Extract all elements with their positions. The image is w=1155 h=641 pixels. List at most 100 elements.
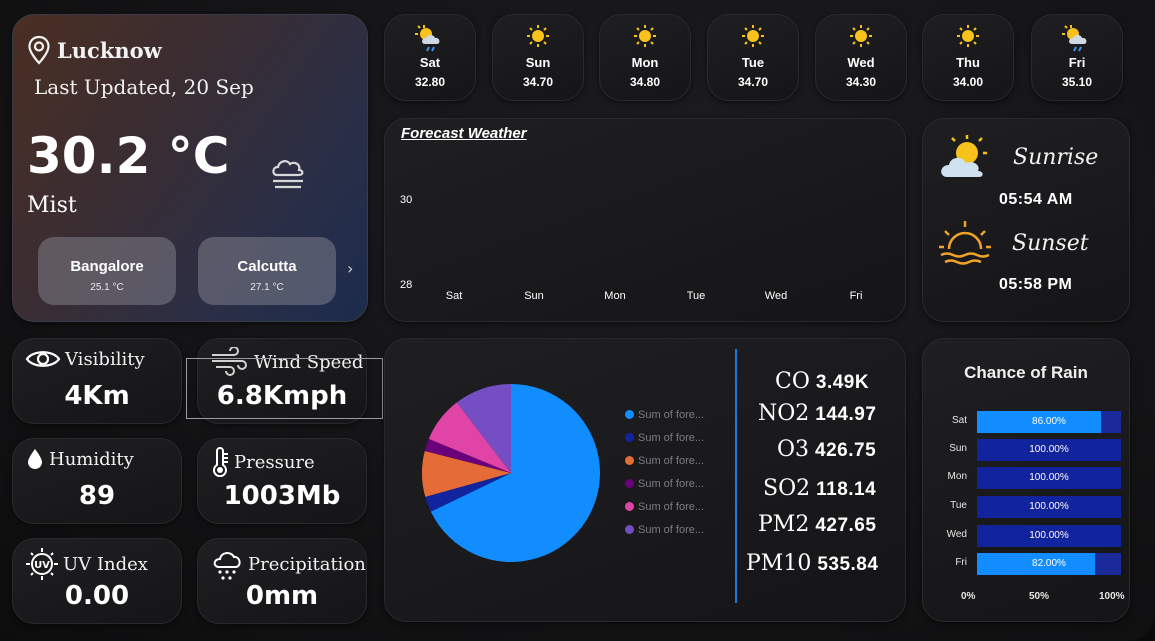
day-card-tue[interactable]: Tue 34.70 xyxy=(707,14,799,101)
day-card-wed[interactable]: Wed 34.30 xyxy=(815,14,907,101)
day-temp: 34.00 xyxy=(952,75,984,89)
sun-icon xyxy=(850,25,872,47)
city-name: Calcutta xyxy=(237,258,297,275)
rain-bar-row[interactable]: Fri 82.00% xyxy=(933,553,1123,575)
pollutant-pie-chart xyxy=(422,384,600,562)
sunset-icon xyxy=(939,221,991,265)
pollutant-co: CO 3.49K xyxy=(775,369,869,394)
legend-label: Sum of fore... xyxy=(638,500,705,513)
metric-label: Precipitation xyxy=(248,553,366,575)
legend-item[interactable]: Sum of fore... xyxy=(625,472,704,495)
city-temp: 25.1 °C xyxy=(90,282,124,293)
dashboard-frame: Lucknow Last Updated, 20 Sep 30.2 °C Mis… xyxy=(0,0,1155,641)
last-updated: Last Updated, 20 Sep xyxy=(34,75,254,99)
air-quality-card: Sum of fore... Sum of fore... Sum of for… xyxy=(384,338,906,622)
day-card-thu[interactable]: Thu 34.00 xyxy=(922,14,1014,101)
rain-bar-track: 86.00% xyxy=(977,411,1121,433)
day-card-sat[interactable]: Sat 32.80 xyxy=(384,14,476,101)
day-name: Sat xyxy=(419,55,441,70)
day-name: Sun xyxy=(525,55,551,70)
legend-label: Sum of fore... xyxy=(638,477,705,490)
forecast-y-tick: 28 xyxy=(400,279,412,291)
metric-label: Humidity xyxy=(49,448,134,470)
rain-bar-category: Fri xyxy=(955,557,967,568)
visibility-card: Visibility 4Km xyxy=(12,338,182,424)
forecast-x-tick: Fri xyxy=(850,290,863,302)
forecast-x-tick: Sun xyxy=(524,290,544,302)
day-card-mon[interactable]: Mon 34.80 xyxy=(599,14,691,101)
pollutant-name: NO2 xyxy=(758,401,810,426)
legend-item[interactable]: Sum of fore... xyxy=(625,426,704,449)
rain-bar-row[interactable]: Tue 100.00% xyxy=(933,496,1123,518)
next-cities-arrow[interactable]: › xyxy=(347,259,353,278)
rain-bar-category: Tue xyxy=(950,500,967,511)
forecast-y-tick: 30 xyxy=(400,194,412,206)
pollutant-name: CO xyxy=(775,369,810,394)
legend-swatch xyxy=(625,502,634,511)
uv-index-card: UV UV Index 0.00 xyxy=(12,538,182,624)
pie-legend: Sum of fore... Sum of fore... Sum of for… xyxy=(625,403,704,541)
divider xyxy=(735,349,737,603)
pollutant-no2: NO2 144.97 xyxy=(758,401,876,426)
city-card-calcutta[interactable]: Calcutta 27.1 °C xyxy=(198,237,336,305)
location-name: Lucknow xyxy=(57,37,162,63)
eye-icon xyxy=(25,351,61,367)
rain-bar-track: 100.00% xyxy=(977,496,1121,518)
forecast-chart-card: Forecast Weather 32.80Sat34.70Sun34.80Mo… xyxy=(384,118,906,322)
rain-bar-value: 100.00% xyxy=(1029,444,1069,455)
sun-times-card: Sunrise 05:54 AM Sunset 05:58 PM xyxy=(922,118,1130,322)
rain-bar-value: 86.00% xyxy=(1032,416,1066,427)
legend-item[interactable]: Sum of fore... xyxy=(625,403,704,426)
pollutant-pm10: PM10 535.84 xyxy=(746,551,878,576)
day-temp: 34.30 xyxy=(845,75,877,89)
pollutant-value: 118.14 xyxy=(816,479,877,500)
legend-item[interactable]: Sum of fore... xyxy=(625,518,704,541)
rain-sun-icon xyxy=(415,25,440,52)
mist-icon xyxy=(272,160,304,189)
sun-icon xyxy=(957,25,979,47)
pollutant-value: 535.84 xyxy=(817,554,879,575)
rain-bar-row[interactable]: Mon 100.00% xyxy=(933,467,1123,489)
location-pin-icon xyxy=(28,35,50,65)
forecast-line-chart: 32.80Sat34.70Sun34.80Mon34.70Tue34.30Wed… xyxy=(400,194,863,302)
rain-bar-value: 100.00% xyxy=(1029,501,1069,512)
pressure-card: Pressure 1003Mb xyxy=(197,438,367,524)
metric-label: Pressure xyxy=(234,451,315,473)
city-card-bangalore[interactable]: Bangalore 25.1 °C xyxy=(38,237,176,305)
sun-icon xyxy=(634,25,656,47)
legend-swatch xyxy=(625,456,634,465)
current-weather-card: Lucknow Last Updated, 20 Sep 30.2 °C Mis… xyxy=(12,14,368,322)
day-card-fri[interactable]: Fri 35.10 xyxy=(1031,14,1123,101)
legend-swatch xyxy=(625,479,634,488)
sunrise-time: 05:54 AM xyxy=(999,191,1073,208)
metric-label: UV Index xyxy=(63,553,148,575)
rain-bar-row[interactable]: Sat 86.00% xyxy=(933,411,1123,433)
day-name: Thu xyxy=(956,55,980,70)
day-temp: 35.10 xyxy=(1061,75,1093,89)
metric-value: 89 xyxy=(78,481,116,511)
rain-bar-value: 100.00% xyxy=(1029,530,1069,541)
legend-item[interactable]: Sum of fore... xyxy=(625,495,704,518)
forecast-x-tick: Wed xyxy=(765,290,787,302)
day-card-sun[interactable]: Sun 34.70 xyxy=(492,14,584,101)
metric-value: 4Km xyxy=(64,381,130,411)
rain-bar-row[interactable]: Sun 100.00% xyxy=(933,439,1123,461)
legend-label: Sum of fore... xyxy=(638,408,705,421)
rain-bar-track: 100.00% xyxy=(977,525,1121,547)
pollutant-value: 426.75 xyxy=(815,440,877,461)
svg-text:UV: UV xyxy=(34,560,50,571)
precipitation-card: Precipitation 0mm xyxy=(197,538,367,624)
rain-cloud-icon xyxy=(213,552,241,580)
pollutant-o3: O3 426.75 xyxy=(777,437,876,462)
legend-item[interactable]: Sum of fore... xyxy=(625,449,704,472)
day-temp: 34.70 xyxy=(522,75,554,89)
chance-of-rain-card: Chance of Rain Sat 86.00% Sun 100.00% Mon 100… xyxy=(922,338,1130,622)
forecast-x-tick: Sat xyxy=(446,290,463,302)
day-name: Wed xyxy=(847,55,875,70)
day-temp: 34.70 xyxy=(737,75,769,89)
current-temperature: 30.2 °C xyxy=(27,127,230,185)
pollutant-so2: SO2 118.14 xyxy=(763,476,876,501)
day-name: Tue xyxy=(741,55,765,70)
rain-bar-row[interactable]: Wed 100.00% xyxy=(933,525,1123,547)
forecast-x-tick: Mon xyxy=(604,290,625,302)
